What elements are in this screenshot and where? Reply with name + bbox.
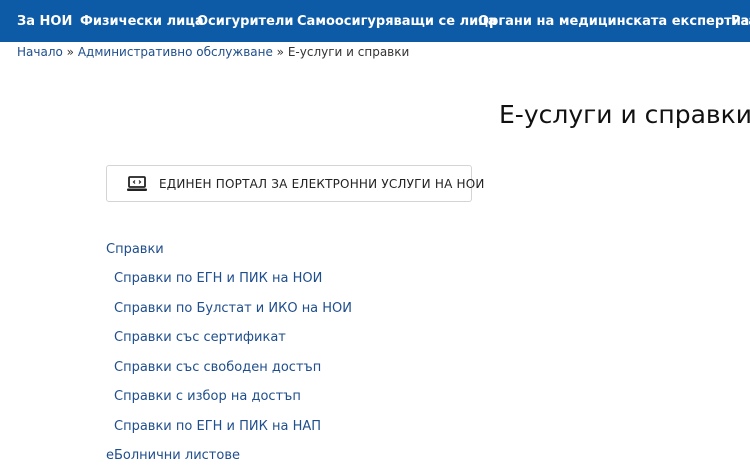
breadcrumb-parent-link[interactable]: Административно обслужване: [78, 45, 273, 59]
nav-item-fizicheski-lica[interactable]: Физически лица: [80, 0, 204, 42]
section-spravki-link[interactable]: Справки: [106, 242, 164, 257]
spravki-egn-pik-noi-link[interactable]: Справки по ЕГН и ПИК на НОИ: [114, 271, 322, 286]
spravki-sertifikat-link[interactable]: Справки със сертификат: [114, 330, 286, 345]
spravki-izbor-dostap-link[interactable]: Справки с избор на достъп: [114, 389, 301, 404]
spravki-bulstat-iko-noi-link[interactable]: Справки по Булстат и ИКО на НОИ: [114, 301, 352, 316]
laptop-icon: [127, 176, 147, 191]
top-navigation: За НОИ Физически лица Осигурители Самоос…: [0, 0, 750, 42]
nav-item-osiguriteli[interactable]: Осигурители: [197, 0, 294, 42]
page-title: Е-услуги и справки: [499, 100, 750, 129]
breadcrumb-separator: »: [276, 45, 285, 59]
breadcrumb: Начало » Административно обслужване » Е-…: [17, 45, 409, 59]
eportal-button[interactable]: ЕДИНЕН ПОРТАЛ ЗА ЕЛЕКТРОННИ УСЛУГИ НА НО…: [106, 165, 484, 202]
nav-item-za-noi[interactable]: За НОИ: [17, 0, 72, 42]
nav-item-organi-med-ekspertiza[interactable]: Органи на медицинската експертиза: [478, 0, 750, 42]
section-ebolnichni-link[interactable]: еБолнични листове: [106, 448, 240, 463]
breadcrumb-separator: »: [66, 45, 75, 59]
breadcrumb-home-link[interactable]: Начало: [17, 45, 63, 59]
nav-item-samoosiguryavashti[interactable]: Самоосигуряващи се лица: [297, 0, 497, 42]
spravki-egn-pik-nap-link[interactable]: Справки по ЕГН и ПИК на НАП: [114, 419, 321, 434]
nav-item-raz[interactable]: Раз: [731, 0, 750, 42]
breadcrumb-current: Е-услуги и справки: [287, 45, 410, 59]
spravki-svoboden-dostap-link[interactable]: Справки със свободен достъп: [114, 360, 321, 375]
eportal-button-label: ЕДИНЕН ПОРТАЛ ЗА ЕЛЕКТРОННИ УСЛУГИ НА НО…: [159, 177, 485, 191]
